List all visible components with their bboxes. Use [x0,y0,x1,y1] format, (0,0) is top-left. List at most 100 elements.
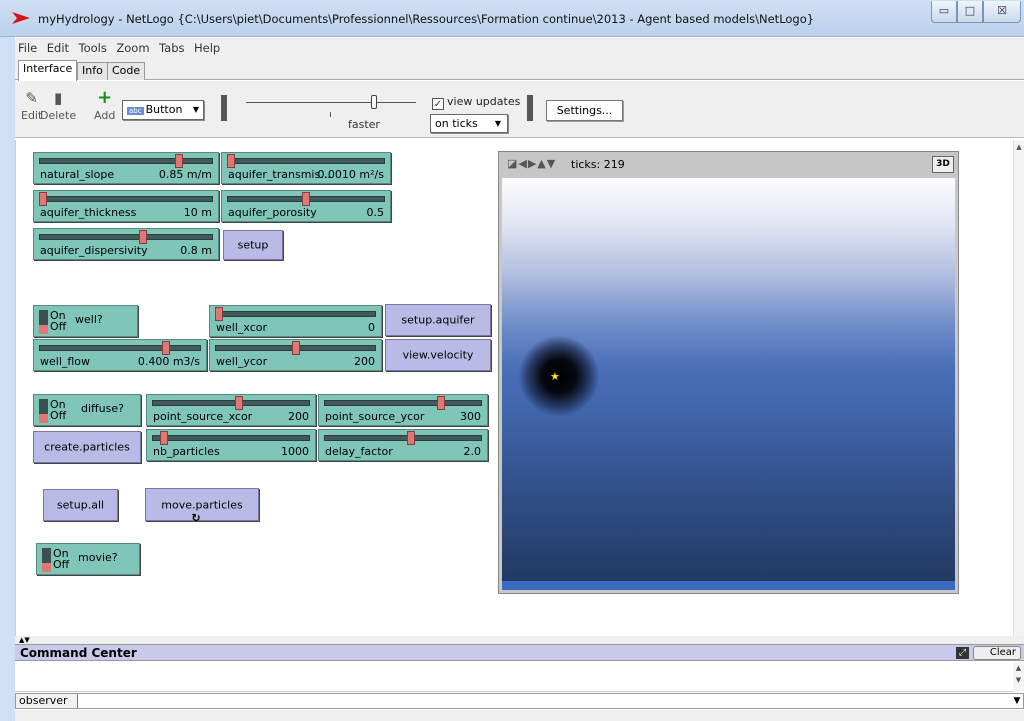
ticks-counter: ticks: 219 [571,158,625,171]
slider-name: aquifer_transmis... [228,168,331,181]
switch-toggle[interactable] [39,310,48,334]
chevron-down-icon: ▼ [494,119,501,128]
move-particles-button[interactable]: move.particles ↻ [145,488,259,524]
switch-state-labels: On Off [50,309,67,333]
switch-name: well? [75,313,103,326]
update-mode-select[interactable]: on ticks ▼ [430,114,508,133]
slider-thumb[interactable] [159,431,168,445]
menu-bar: File Edit Tools Zoom Tabs Help [15,38,1024,58]
slider-well-xcor[interactable]: well_xcor 0 [209,305,382,337]
slider-track [227,158,385,164]
slider-value: 0.8 m [180,244,212,257]
view-updates-checkbox[interactable]: ✓ view updates [432,95,520,110]
setup-button[interactable]: setup [223,230,283,260]
switch-state-labels: On Off [50,398,67,422]
slider-natural-slope[interactable]: natural_slope 0.85 m/m [33,152,219,184]
scroll-up-icon[interactable]: ▲ [1014,143,1024,151]
tab-code[interactable]: Code [107,62,146,80]
view-velocity-button[interactable]: view.velocity [385,339,491,371]
slider-aquifer-thickness[interactable]: aquifer_thickness 10 m [33,190,219,222]
menu-edit[interactable]: Edit [44,38,72,55]
view-updates-label: view updates [447,95,521,108]
output-scrollbar[interactable]: ▲ ▼ [1013,662,1024,692]
tab-info[interactable]: Info [77,62,108,80]
menu-zoom[interactable]: Zoom [113,38,152,55]
speed-slider-thumb[interactable] [371,95,377,109]
slider-track [324,400,482,406]
agent-type-select[interactable]: observer > [16,694,78,721]
switch-diffuse[interactable]: On Off diffuse? [33,394,141,426]
3d-view-button[interactable]: 3D [932,156,954,173]
world-view[interactable]: ◪◀▶▲▼ ticks: 219 3D ★ [498,151,959,594]
slider-name: delay_factor [325,445,393,458]
menu-help[interactable]: Help [191,38,223,55]
slider-value: 0 [368,321,375,334]
slider-value: 0.0010 m²/s [317,168,384,181]
view-navigation-icons[interactable]: ◪◀▶▲▼ [507,157,556,170]
slider-aquifer-transmissivity[interactable]: aquifer_transmis... 0.0010 m²/s [221,152,391,184]
slider-delay-factor[interactable]: delay_factor 2.0 [318,429,488,461]
slider-thumb[interactable] [234,396,243,410]
slider-well-flow[interactable]: well_flow 0.400 m3/s [33,339,207,371]
tab-interface[interactable]: Interface [18,60,78,81]
slider-value: 0.85 m/m [158,168,212,181]
slider-thumb[interactable] [291,341,300,355]
clear-button[interactable]: Clear [973,646,1021,660]
menu-file[interactable]: File [15,38,40,55]
world-canvas[interactable]: ★ [502,178,955,590]
slider-thumb[interactable] [302,192,310,206]
slider-track [324,435,482,441]
setup-aquifer-button[interactable]: setup.aquifer [385,304,491,336]
checkmark-icon: ✓ [432,98,444,110]
delete-tool[interactable]: ▮ Delete [40,87,76,122]
add-tool[interactable]: + Add [94,87,115,122]
speed-slider[interactable] [246,102,416,103]
slider-thumb[interactable] [215,307,223,321]
slider-well-ycor[interactable]: well_ycor 200 [209,339,382,371]
slider-track [39,158,213,164]
menu-tabs[interactable]: Tabs [156,38,187,55]
slider-value: 300 [460,410,481,423]
slider-name: point_source_ycor [325,410,425,423]
switch-movie[interactable]: On Off movie? [36,543,140,575]
speed-label: faster [348,118,380,131]
slider-value: 1000 [281,445,309,458]
slider-thumb[interactable] [436,396,445,410]
slider-nb-particles[interactable]: nb_particles 1000 [146,429,316,461]
minimize-button[interactable]: ▭ [931,1,957,23]
toolbar-separator [221,95,227,121]
slider-thumb[interactable] [138,230,147,244]
switch-state-labels: On Off [53,547,70,571]
slider-thumb[interactable] [39,192,47,206]
chevron-down-icon: ▼ [192,105,199,114]
switch-well[interactable]: On Off well? [33,305,138,337]
view-velocity-label: view.velocity [402,348,474,362]
add-label: Add [94,109,116,122]
slider-value: 200 [288,410,309,423]
splitter-handle[interactable]: ▲▼ [15,636,1024,644]
slider-thumb[interactable] [175,154,184,168]
interface-scrollbar[interactable]: ▲ [1013,140,1024,636]
slider-thumb[interactable] [406,431,415,445]
slider-point-source-xcor[interactable]: point_source_xcor 200 [146,394,316,426]
slider-thumb[interactable] [227,154,235,168]
switch-toggle[interactable] [42,548,51,572]
widget-type-value: Button [145,103,183,116]
menu-tools[interactable]: Tools [76,38,110,55]
settings-button[interactable]: Settings... [546,100,623,121]
create-particles-button[interactable]: create.particles [33,431,141,463]
switch-toggle[interactable] [39,399,48,423]
setup-all-button[interactable]: setup.all [43,489,118,521]
slider-thumb[interactable] [162,341,171,355]
close-button[interactable]: ☒ [983,1,1021,23]
widget-type-select[interactable]: abc Button ▼ [122,100,204,120]
history-dropdown-icon[interactable]: ▼ [1011,694,1023,708]
command-input[interactable] [79,694,1009,708]
expand-icon[interactable]: ⤢ [956,647,969,659]
slider-name: nb_particles [153,445,220,458]
trash-icon: ▮ [53,89,63,107]
slider-point-source-ycor[interactable]: point_source_ycor 300 [318,394,488,426]
maximize-button[interactable]: □ [957,1,983,23]
slider-aquifer-dispersivity[interactable]: aquifer_dispersivity 0.8 m [33,228,219,260]
slider-aquifer-porosity[interactable]: aquifer_porosity 0.5 [221,190,391,222]
